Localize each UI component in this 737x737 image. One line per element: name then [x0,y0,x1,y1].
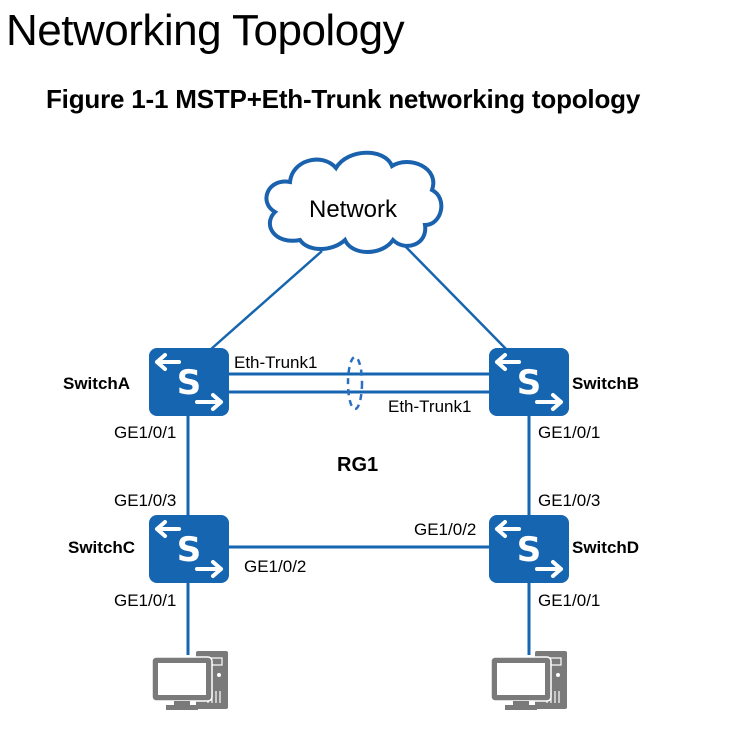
link-cloud-switchb [403,244,508,351]
trunk-aggregation-ellipse [346,355,364,411]
link-cloud-switcha [209,250,323,351]
port-c-right: GE1/0/2 [244,557,306,576]
region-label: RG1 [337,454,378,476]
switch-c-icon[interactable] [147,513,231,585]
port-d-up: GE1/0/3 [538,491,600,510]
port-c-up: GE1/0/3 [114,491,176,510]
pc-right-icon[interactable] [490,650,568,711]
pc-left-icon[interactable] [151,650,229,711]
switch-a-icon[interactable] [147,346,231,418]
switch-b-icon[interactable] [487,346,571,418]
trunk-label-a: Eth-Trunk1 [234,353,317,372]
switch-d-icon[interactable] [487,513,571,585]
port-c-down: GE1/0/1 [114,591,176,610]
trunk-label-b: Eth-Trunk1 [388,397,471,416]
topology-diagram: S Network SwitchA SwitchB SwitchC Switch… [63,150,639,711]
switch-c-label: SwitchC [68,538,135,557]
switch-b-label: SwitchB [572,374,639,393]
port-b-down: GE1/0/1 [538,423,600,442]
port-a-down: GE1/0/1 [114,423,176,442]
port-d-down: GE1/0/1 [538,591,600,610]
cloud-label: Network [309,196,398,223]
switch-a-label: SwitchA [63,374,130,393]
port-d-left: GE1/0/2 [414,520,476,539]
switch-d-label: SwitchD [572,538,639,557]
